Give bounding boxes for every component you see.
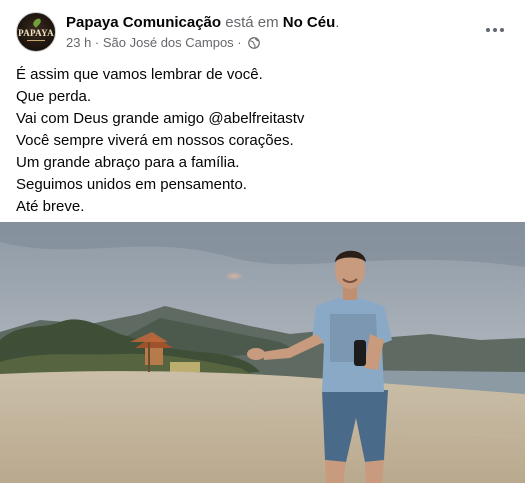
post-header: PAPAYA Papaya Comunicação está em No Céu… [0, 0, 525, 60]
post-location-link[interactable]: São José dos Campos [103, 35, 234, 50]
message-line: Um grande abraço para a família. [16, 154, 240, 171]
meta-separator: · [91, 35, 103, 50]
checkin-verb: está em [221, 14, 283, 31]
message-line: Vai com Deus grande amigo @abelfreitastv [16, 110, 305, 127]
more-dot-icon [486, 28, 490, 32]
leg-left [325, 460, 346, 483]
sunset-glow [198, 266, 278, 302]
post-message: É assim que vamos lembrar de você. Que p… [16, 64, 511, 218]
place-name-link[interactable]: No Céu [283, 14, 336, 31]
page-name-link[interactable]: Papaya Comunicação [66, 14, 221, 31]
message-line: Você sempre viverá em nossos corações. [16, 132, 294, 149]
logo-leaf-icon [31, 17, 43, 28]
page-avatar[interactable]: PAPAYA [16, 12, 56, 52]
post-timestamp[interactable]: 23 h [66, 35, 91, 50]
more-options-button[interactable] [477, 16, 513, 44]
leg-right [365, 460, 384, 483]
more-dot-icon [500, 28, 504, 32]
logo-underline [27, 40, 45, 41]
kiosk [145, 347, 163, 365]
umbrella-pole [148, 342, 150, 372]
post-meta: 23 h · São José dos Campos · [66, 35, 261, 51]
hand-left [247, 348, 265, 360]
message-line: Até breve. [16, 198, 85, 215]
title-period: . [335, 14, 340, 31]
beach-structure [170, 362, 200, 372]
message-line: Que perda. [16, 88, 92, 105]
meta-separator-2: · [233, 35, 246, 50]
microphone-icon [354, 340, 366, 366]
feed-post: PAPAYA Papaya Comunicação está em No Céu… [0, 0, 525, 483]
globe-icon[interactable] [248, 37, 261, 49]
post-photo[interactable] [0, 222, 525, 483]
more-dot-icon [493, 28, 497, 32]
post-title: Papaya Comunicação está em No Céu. [66, 13, 339, 32]
message-line: É assim que vamos lembrar de você. [16, 66, 263, 83]
avatar-logo-text: PAPAYA [18, 28, 54, 38]
message-line: Seguimos unidos em pensamento. [16, 176, 247, 193]
